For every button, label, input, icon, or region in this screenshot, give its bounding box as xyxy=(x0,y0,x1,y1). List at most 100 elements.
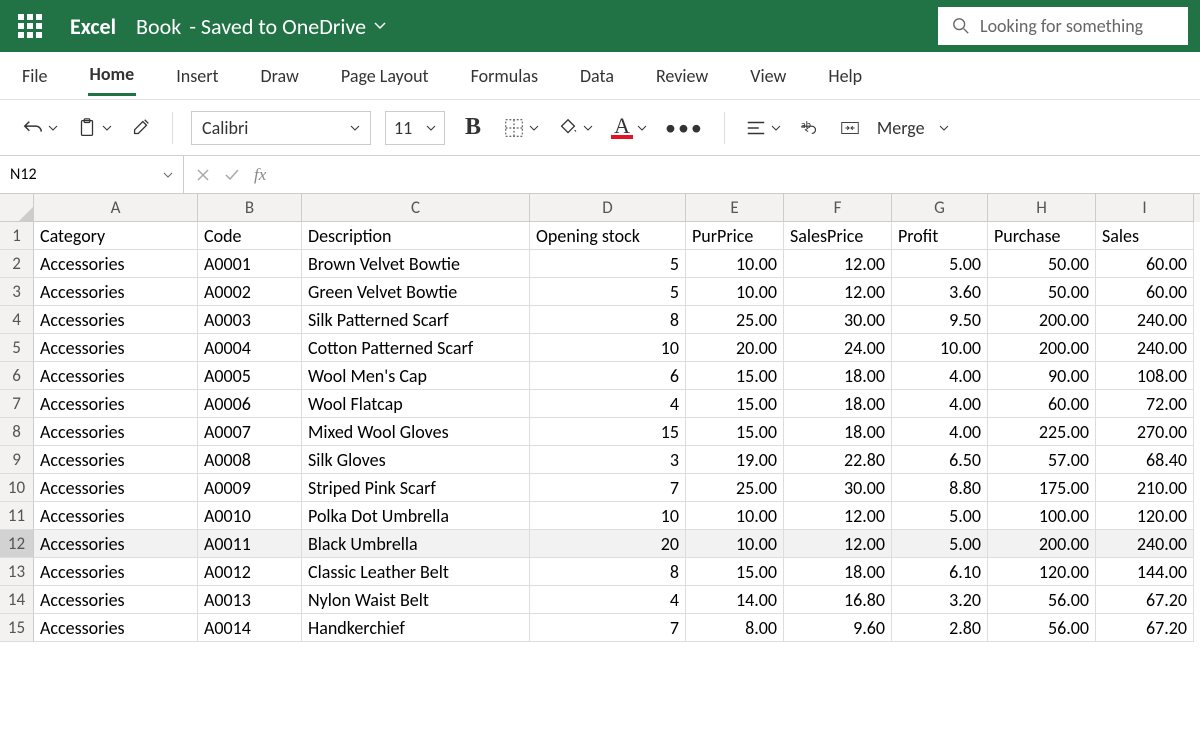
cell[interactable]: 67.20 xyxy=(1096,614,1194,642)
cell[interactable]: 270.00 xyxy=(1096,418,1194,446)
cell[interactable]: 10 xyxy=(530,334,686,362)
cell[interactable]: Handkerchief xyxy=(302,614,530,642)
borders-button[interactable] xyxy=(501,115,541,141)
cell[interactable]: 8.00 xyxy=(686,614,784,642)
cell[interactable]: Black Umbrella xyxy=(302,530,530,558)
cell[interactable]: 22.80 xyxy=(784,446,892,474)
cancel-icon[interactable] xyxy=(196,168,210,182)
cell[interactable]: 4 xyxy=(530,390,686,418)
cell[interactable]: Brown Velvet Bowtie xyxy=(302,250,530,278)
row-header[interactable]: 14 xyxy=(0,586,34,614)
row-header[interactable]: 6 xyxy=(0,362,34,390)
tab-home[interactable]: Home xyxy=(88,55,137,96)
cell[interactable]: 10.00 xyxy=(686,530,784,558)
name-box[interactable]: N12 xyxy=(0,156,184,193)
cell[interactable]: 210.00 xyxy=(1096,474,1194,502)
search-box[interactable]: Looking for something xyxy=(938,7,1188,45)
column-header-I[interactable]: I xyxy=(1096,194,1194,222)
row-header[interactable]: 10 xyxy=(0,474,34,502)
row-header[interactable]: 12 xyxy=(0,530,34,558)
cell[interactable]: 12.00 xyxy=(784,530,892,558)
cell[interactable]: A0008 xyxy=(198,446,302,474)
cell[interactable]: A0003 xyxy=(198,306,302,334)
cell[interactable]: 12.00 xyxy=(784,502,892,530)
cell[interactable]: 30.00 xyxy=(784,306,892,334)
spreadsheet-grid[interactable]: ABCDEFGHI 1CategoryCodeDescriptionOpenin… xyxy=(0,194,1200,642)
cell[interactable]: Opening stock xyxy=(530,222,686,250)
cell[interactable]: 30.00 xyxy=(784,474,892,502)
cell[interactable]: A0002 xyxy=(198,278,302,306)
cell[interactable]: A0010 xyxy=(198,502,302,530)
cell[interactable]: A0014 xyxy=(198,614,302,642)
column-header-G[interactable]: G xyxy=(892,194,988,222)
app-launcher-icon[interactable] xyxy=(18,14,42,38)
cell[interactable]: Accessories xyxy=(34,250,198,278)
cell[interactable]: 6 xyxy=(530,362,686,390)
cell[interactable]: 15 xyxy=(530,418,686,446)
cell[interactable]: 14.00 xyxy=(686,586,784,614)
font-color-button[interactable]: A xyxy=(609,115,649,141)
cell[interactable]: Nylon Waist Belt xyxy=(302,586,530,614)
cell[interactable]: 7 xyxy=(530,474,686,502)
cell[interactable]: Accessories xyxy=(34,306,198,334)
cell[interactable]: 5 xyxy=(530,278,686,306)
row-header[interactable]: 2 xyxy=(0,250,34,278)
cell[interactable]: Accessories xyxy=(34,278,198,306)
cell[interactable]: A0012 xyxy=(198,558,302,586)
cell[interactable]: 60.00 xyxy=(1096,278,1194,306)
cell[interactable]: 100.00 xyxy=(988,502,1096,530)
font-name-select[interactable]: Calibri xyxy=(191,111,371,145)
cell[interactable]: 5.00 xyxy=(892,530,988,558)
cell[interactable]: 175.00 xyxy=(988,474,1096,502)
cell[interactable]: 67.20 xyxy=(1096,586,1194,614)
cell[interactable]: 2.80 xyxy=(892,614,988,642)
column-header-D[interactable]: D xyxy=(530,194,686,222)
cell[interactable]: 15.00 xyxy=(686,390,784,418)
cell[interactable]: PurPrice xyxy=(686,222,784,250)
cell[interactable]: 60.00 xyxy=(988,390,1096,418)
cell[interactable]: Accessories xyxy=(34,586,198,614)
cell[interactable]: Accessories xyxy=(34,418,198,446)
cell[interactable]: 3 xyxy=(530,446,686,474)
column-header-H[interactable]: H xyxy=(988,194,1096,222)
accept-icon[interactable] xyxy=(224,167,240,183)
font-size-select[interactable]: 11 xyxy=(385,111,445,145)
cell[interactable]: 108.00 xyxy=(1096,362,1194,390)
row-header[interactable]: 1 xyxy=(0,222,34,250)
row-header[interactable]: 7 xyxy=(0,390,34,418)
formula-input[interactable] xyxy=(278,156,1200,193)
tab-draw[interactable]: Draw xyxy=(259,57,301,95)
cell[interactable]: 18.00 xyxy=(784,362,892,390)
row-header[interactable]: 11 xyxy=(0,502,34,530)
cell[interactable]: 56.00 xyxy=(988,614,1096,642)
cell[interactable]: 7 xyxy=(530,614,686,642)
bold-button[interactable]: B xyxy=(459,114,487,141)
cell[interactable]: Green Velvet Bowtie xyxy=(302,278,530,306)
cell[interactable]: 50.00 xyxy=(988,278,1096,306)
cell[interactable]: Purchase xyxy=(988,222,1096,250)
cell[interactable]: 16.80 xyxy=(784,586,892,614)
align-button[interactable] xyxy=(743,115,783,141)
cell[interactable]: 225.00 xyxy=(988,418,1096,446)
cell[interactable]: 8.80 xyxy=(892,474,988,502)
cell[interactable]: A0011 xyxy=(198,530,302,558)
cell[interactable]: 20 xyxy=(530,530,686,558)
merge-cells-button[interactable] xyxy=(837,115,863,141)
tab-formulas[interactable]: Formulas xyxy=(469,57,540,95)
cell[interactable]: 200.00 xyxy=(988,306,1096,334)
cell[interactable]: Category xyxy=(34,222,198,250)
fx-label[interactable]: fx xyxy=(254,165,266,185)
tab-help[interactable]: Help xyxy=(826,57,864,95)
cell[interactable]: 200.00 xyxy=(988,530,1096,558)
cell[interactable]: 15.00 xyxy=(686,418,784,446)
tab-insert[interactable]: Insert xyxy=(174,57,220,95)
cell[interactable]: 90.00 xyxy=(988,362,1096,390)
row-header[interactable]: 15 xyxy=(0,614,34,642)
cell[interactable]: 4 xyxy=(530,586,686,614)
cell[interactable]: 120.00 xyxy=(988,558,1096,586)
tab-data[interactable]: Data xyxy=(578,57,616,95)
cell[interactable]: Code xyxy=(198,222,302,250)
cell[interactable]: 12.00 xyxy=(784,250,892,278)
cell[interactable]: Accessories xyxy=(34,502,198,530)
cell[interactable]: 3.60 xyxy=(892,278,988,306)
